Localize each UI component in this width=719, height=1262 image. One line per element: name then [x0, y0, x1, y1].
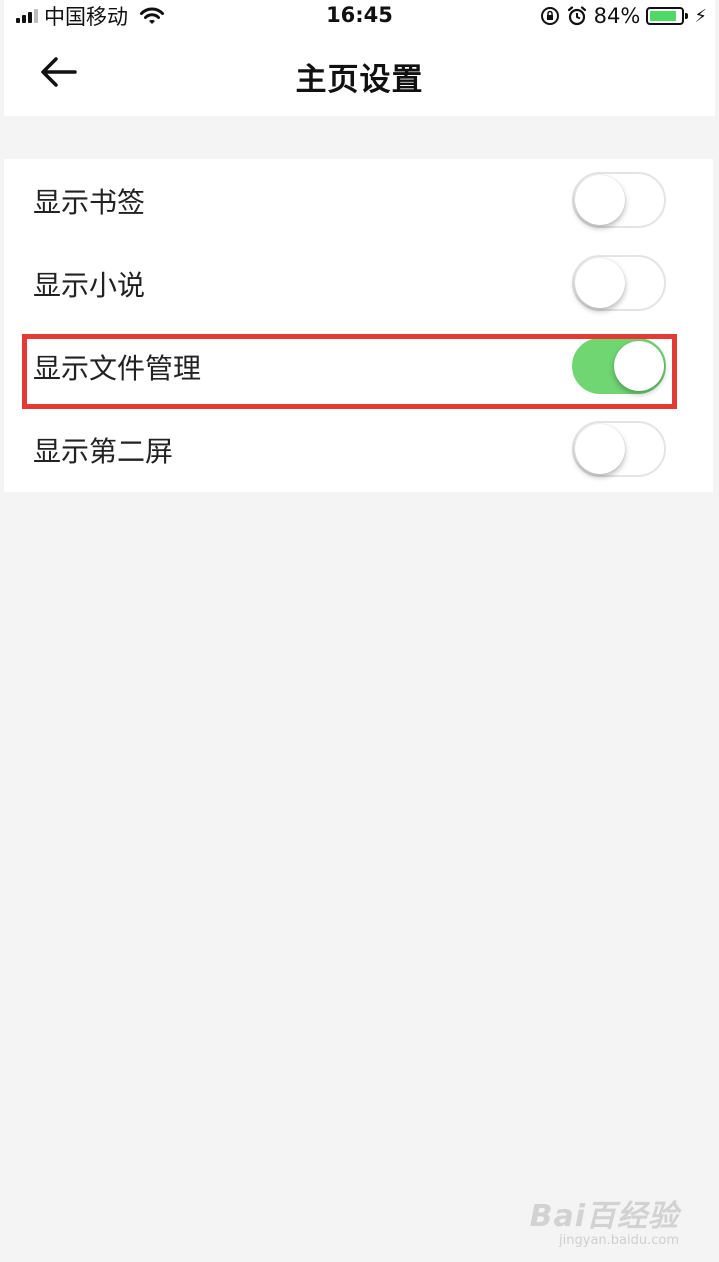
toggle-switch-novels[interactable]	[572, 255, 666, 311]
alarm-icon	[567, 6, 586, 26]
battery-fill	[650, 11, 676, 21]
settings-list: 显示书签 显示小说 显示文件管理 显示第二屏	[4, 159, 713, 492]
setting-label: 显示第二屏	[33, 435, 174, 468]
nav-bar: 主页设置	[4, 34, 715, 116]
watermark-logo: Bai百经验	[529, 1199, 679, 1234]
setting-label: 显示书签	[33, 186, 146, 219]
setting-label: 显示小说	[33, 269, 146, 302]
setting-row-second-screen: 显示第二屏	[4, 408, 713, 491]
toggle-knob	[575, 258, 625, 308]
watermark-url: jingyan.baidu.com	[559, 1233, 679, 1248]
toggle-knob	[575, 175, 625, 225]
toggle-switch-bookmarks[interactable]	[572, 172, 666, 228]
battery-percent: 84%	[593, 4, 641, 28]
screen: 中国移动 16:45 84% ⚡ 主页设置 显示书签 显示小说 显示文件管理 显…	[0, 0, 719, 1262]
battery-icon	[646, 7, 689, 25]
setting-row-novels: 显示小说	[4, 242, 713, 325]
toggle-knob	[575, 424, 625, 474]
status-bar: 中国移动 16:45 84% ⚡	[4, 0, 715, 34]
rotation-lock-icon	[540, 7, 559, 25]
page-title: 主页设置	[295, 62, 424, 98]
charging-icon: ⚡	[694, 5, 707, 27]
setting-row-bookmarks: 显示书签	[4, 159, 713, 242]
toggle-switch-second-screen[interactable]	[572, 421, 666, 477]
status-bar-right: 84% ⚡	[540, 3, 707, 29]
highlight-annotation-box	[22, 334, 677, 409]
watermark: Bai百经验 jingyan.baidu.com	[530, 1191, 679, 1248]
